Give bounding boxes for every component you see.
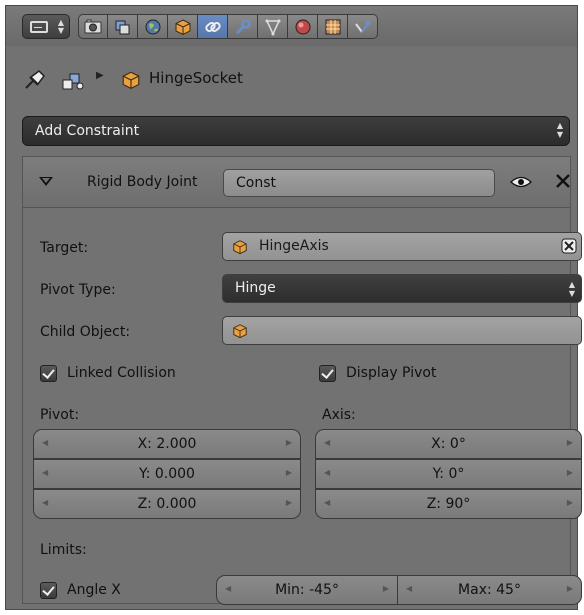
physics-icon bbox=[354, 19, 371, 33]
pivot-x-field[interactable]: ◀ X: 2.000 ▶ bbox=[33, 429, 301, 459]
constraint-panel: Rigid Body Joint Const Target: HingeAxis… bbox=[22, 156, 582, 605]
constraint-name-value: Const bbox=[236, 175, 276, 191]
updown-arrows-icon: ▲ ▼ bbox=[57, 18, 65, 35]
tab-render[interactable] bbox=[78, 14, 108, 39]
tab-material[interactable] bbox=[288, 14, 318, 39]
pin-icon[interactable] bbox=[22, 68, 48, 96]
object-icon bbox=[233, 240, 247, 255]
editor-type-button[interactable]: ▲ ▼ bbox=[22, 14, 70, 39]
eye-icon[interactable] bbox=[510, 175, 532, 193]
axis-z-value: Z: 90° bbox=[426, 496, 471, 512]
limits-label: Limits: bbox=[40, 542, 87, 558]
tab-texture[interactable] bbox=[318, 14, 348, 39]
constraint-type-label: Rigid Body Joint bbox=[87, 174, 198, 190]
target-field[interactable]: HingeAxis bbox=[222, 232, 582, 261]
tab-mesh-data[interactable] bbox=[258, 14, 288, 39]
add-constraint-label: Add Constraint bbox=[35, 123, 140, 139]
increment-arrow-icon[interactable]: ▶ bbox=[383, 584, 389, 593]
tab-modifiers[interactable] bbox=[228, 14, 258, 39]
constraint-icon bbox=[204, 21, 221, 32]
axis-z-field[interactable]: ◀ Z: 90° ▶ bbox=[315, 489, 582, 519]
constraint-header: Rigid Body Joint Const bbox=[23, 157, 570, 208]
axis-label: Axis: bbox=[322, 407, 356, 423]
material-icon bbox=[295, 19, 310, 34]
angle-x-max-field[interactable]: ◀ Max: 45° ▶ bbox=[397, 575, 582, 605]
angle-x-min-value: Min: -45° bbox=[275, 582, 339, 598]
angle-x-min-field[interactable]: ◀ Min: -45° ▶ bbox=[216, 575, 398, 605]
pivot-z-field[interactable]: ◀ Z: 0.000 ▶ bbox=[33, 489, 301, 519]
pivot-y-field[interactable]: ◀ Y: 0.000 ▶ bbox=[33, 459, 301, 489]
linked-collision-checkbox[interactable] bbox=[40, 365, 57, 382]
breadcrumb: ▶ HingeSocket bbox=[6, 58, 577, 98]
pivot-y-value: Y: 0.000 bbox=[139, 466, 195, 482]
pivot-type-label: Pivot Type: bbox=[40, 282, 116, 298]
increment-arrow-icon[interactable]: ▶ bbox=[567, 498, 573, 507]
angle-x-max-value: Max: 45° bbox=[458, 582, 521, 598]
axis-y-value: Y: 0° bbox=[432, 466, 465, 482]
pivot-type-dropdown[interactable]: Hinge ▲ ▼ bbox=[222, 274, 582, 303]
tab-constraints[interactable] bbox=[198, 14, 228, 39]
object-icon bbox=[175, 18, 190, 35]
child-object-label: Child Object: bbox=[40, 324, 131, 340]
modifier-wrench-icon bbox=[235, 18, 251, 34]
header-bar: ▲ ▼ bbox=[6, 6, 577, 46]
constraint-name-field[interactable]: Const bbox=[223, 169, 495, 197]
object-icon bbox=[121, 70, 141, 94]
scene-context-icon bbox=[61, 70, 87, 96]
tab-world[interactable] bbox=[138, 14, 168, 39]
clear-field-icon[interactable] bbox=[561, 238, 577, 254]
world-icon bbox=[145, 19, 160, 34]
add-constraint-dropdown[interactable]: Add Constraint ▲ ▼ bbox=[22, 116, 570, 146]
child-object-field[interactable] bbox=[222, 316, 582, 345]
axis-x-value: X: 0° bbox=[431, 436, 466, 452]
pivot-z-value: Z: 0.000 bbox=[137, 496, 197, 512]
render-layers-icon bbox=[115, 20, 129, 34]
pivot-type-value: Hinge bbox=[235, 280, 276, 296]
increment-arrow-icon[interactable]: ▶ bbox=[567, 584, 573, 593]
properties-editor-icon bbox=[30, 21, 48, 33]
tab-physics[interactable] bbox=[348, 14, 378, 39]
collapse-triangle-icon[interactable] bbox=[39, 177, 53, 186]
mesh-data-icon bbox=[265, 19, 280, 36]
display-pivot-label: Display Pivot bbox=[346, 365, 437, 381]
increment-arrow-icon[interactable]: ▶ bbox=[286, 468, 292, 477]
increment-arrow-icon[interactable]: ▶ bbox=[567, 468, 573, 477]
texture-icon bbox=[325, 19, 340, 34]
breadcrumb-separator-icon: ▶ bbox=[96, 70, 104, 81]
context-tabs bbox=[78, 14, 378, 39]
display-pivot-checkbox[interactable] bbox=[319, 365, 336, 382]
increment-arrow-icon[interactable]: ▶ bbox=[286, 498, 292, 507]
pivot-x-value: X: 2.000 bbox=[137, 436, 197, 452]
tab-object[interactable] bbox=[168, 14, 198, 39]
close-icon[interactable] bbox=[554, 172, 572, 192]
axis-y-field[interactable]: ◀ Y: 0° ▶ bbox=[315, 459, 582, 489]
pivot-label: Pivot: bbox=[40, 407, 80, 423]
angle-x-label: Angle X bbox=[67, 582, 121, 598]
object-name: HingeSocket bbox=[149, 69, 243, 87]
updown-arrows-icon: ▲ ▼ bbox=[568, 280, 575, 298]
tab-render-layers[interactable] bbox=[108, 14, 138, 39]
increment-arrow-icon[interactable]: ▶ bbox=[286, 438, 292, 447]
target-value: HingeAxis bbox=[259, 238, 329, 254]
updown-arrows-icon: ▲ ▼ bbox=[556, 121, 563, 139]
axis-x-field[interactable]: ◀ X: 0° ▶ bbox=[315, 429, 582, 459]
target-label: Target: bbox=[40, 240, 89, 256]
linked-collision-label: Linked Collision bbox=[67, 365, 176, 381]
render-icon bbox=[84, 19, 102, 33]
properties-editor: ▲ ▼ ▶ HingeSocket Add Constraint ▲ ▼ Rig… bbox=[5, 5, 582, 610]
object-icon bbox=[233, 324, 247, 339]
increment-arrow-icon[interactable]: ▶ bbox=[567, 438, 573, 447]
angle-x-checkbox[interactable] bbox=[40, 582, 57, 599]
